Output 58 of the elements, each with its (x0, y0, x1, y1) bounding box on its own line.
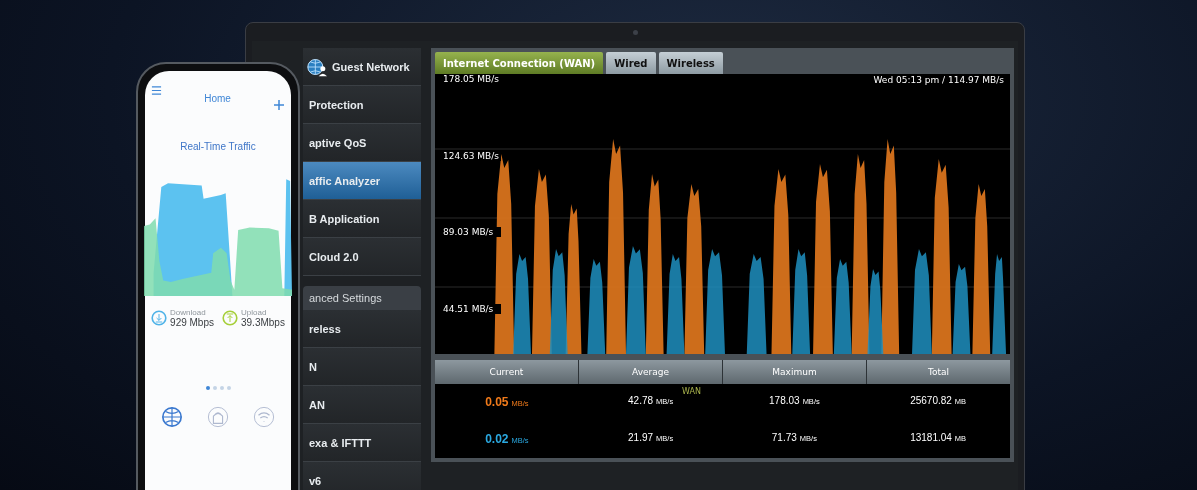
sidebar-item[interactable]: N (303, 348, 421, 386)
stat-label: Download (170, 308, 207, 317)
table-value: 178.03 (769, 395, 800, 406)
table-value: 71.73 (771, 432, 797, 443)
page-dot[interactable] (212, 386, 217, 390)
sidebar-item[interactable]: B Application (303, 200, 421, 238)
add-icon[interactable] (273, 99, 285, 111)
sidebar-label: Cloud 2.0 (309, 250, 359, 263)
sidebar-label: Guest Network (332, 60, 410, 73)
sidebar-label: reless (309, 322, 341, 335)
axis-label: 89.03 MB/s (441, 227, 501, 238)
table-value: 13181.04 (910, 432, 952, 443)
sidebar-label: B Application (309, 212, 380, 225)
chart-title: Real-Time Traffic (180, 141, 256, 152)
sidebar-item[interactable]: Protection (303, 86, 421, 124)
sidebar-item[interactable]: AN (303, 386, 421, 424)
page-dot[interactable] (226, 386, 231, 390)
sidebar-label: N (309, 360, 317, 373)
sidebar-item[interactable]: v6 (303, 462, 421, 490)
table-value: 0.02 (485, 432, 509, 446)
stat-value: 929 Mbps (170, 317, 214, 328)
sidebar-label: exa & IFTTT (309, 436, 372, 449)
sidebar-item[interactable]: affic Analyzer (303, 162, 421, 200)
sidebar-label: AN (309, 398, 325, 411)
axis-label: 44.51 MB/s (441, 303, 501, 314)
stat-label: Upload (241, 308, 268, 317)
legend-label: WAN (682, 387, 701, 396)
column-header: Current (435, 360, 578, 384)
stat-value: 39.3Mbps (241, 317, 285, 328)
wifi-icon[interactable] (253, 406, 275, 428)
sidebar-item[interactable]: reless (303, 310, 421, 348)
sidebar-label: aptive QoS (309, 136, 367, 149)
section-title: anced Settings (309, 292, 382, 304)
globe-icon[interactable] (161, 406, 183, 428)
page-dot[interactable] (205, 386, 210, 390)
tab[interactable]: Wired (606, 52, 656, 74)
sidebar-item[interactable]: aptive QoS (303, 124, 421, 162)
sidebar-label: v6 (309, 474, 322, 487)
sidebar-label: Protection (309, 98, 364, 111)
table-value: 42.78 (628, 395, 654, 406)
table-value: 25670.82 (910, 395, 952, 406)
screen-title: Home (204, 93, 231, 104)
camera-icon (632, 29, 638, 35)
chart-status: Wed 05:13 pm / 114.97 MB/s (873, 75, 1004, 85)
axis-label: 124.63 MB/s (441, 150, 501, 161)
sidebar-label: affic Analyzer (309, 174, 381, 187)
sidebar-item[interactable]: Cloud 2.0 (303, 238, 421, 276)
table-value: 21.97 (628, 432, 654, 443)
column-header: Average (579, 360, 722, 384)
table-value: 0.05 (485, 395, 509, 409)
page-dot[interactable] (219, 386, 224, 390)
sidebar-item[interactable]: exa & IFTTT (303, 424, 421, 462)
axis-label: 178.05 MB/s (441, 74, 501, 84)
column-header: Maximum (723, 360, 866, 384)
menu-icon[interactable] (151, 85, 162, 96)
sidebar-item[interactable]: Guest Network (303, 48, 421, 86)
tab[interactable]: Wireless (658, 52, 723, 74)
column-header: Total (867, 360, 1010, 384)
